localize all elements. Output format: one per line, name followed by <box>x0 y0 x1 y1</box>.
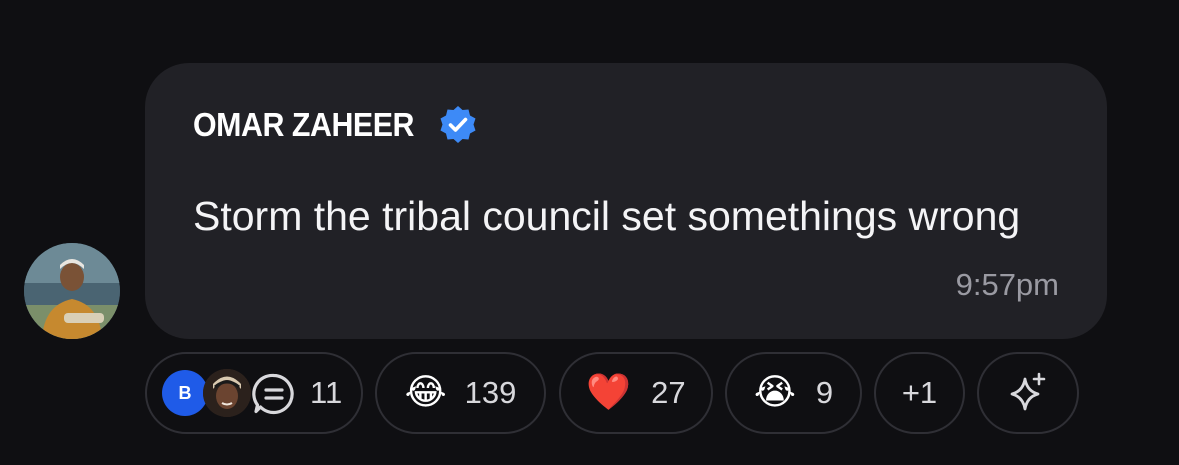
reply-thread-button[interactable]: B 11 <box>145 352 363 434</box>
sender-name[interactable]: OMAR ZAHEER <box>193 106 414 144</box>
replier-avatar <box>203 369 251 417</box>
reaction-heart-count: 27 <box>651 375 686 410</box>
reaction-heart-button[interactable]: ❤️ 27 <box>559 352 713 434</box>
more-reactions-label: +1 <box>901 375 938 410</box>
sparkle-icon <box>1010 372 1046 411</box>
message-view: OMAR ZAHEER Storm the tribal council set… <box>0 0 1179 465</box>
message-text: Storm the tribal council set somethings … <box>193 193 1021 239</box>
message-timestamp: 9:57pm <box>955 267 1059 302</box>
sparkle-button[interactable] <box>977 352 1079 434</box>
more-reactions-button[interactable]: +1 <box>874 352 965 434</box>
sender-row: OMAR ZAHEER <box>193 103 479 147</box>
reaction-joy-button[interactable]: 😂 139 <box>375 352 546 434</box>
chat-bubble-icon <box>252 373 294 415</box>
red-heart-icon: ❤️ <box>586 372 632 413</box>
loudly-crying-face-icon: 😭 <box>753 372 796 413</box>
verified-badge-icon <box>440 106 476 143</box>
reaction-sob-count: 9 <box>815 375 834 410</box>
reaction-joy-count: 139 <box>464 375 517 410</box>
reply-count: 11 <box>310 375 343 410</box>
face-with-tears-of-joy-icon: 😂 <box>404 372 447 413</box>
reaction-sob-button[interactable]: 😭 9 <box>725 352 862 434</box>
replier-avatar-b: B <box>162 370 208 416</box>
message-bubble[interactable]: OMAR ZAHEER Storm the tribal council set… <box>145 63 1107 339</box>
sender-avatar[interactable] <box>24 243 120 339</box>
